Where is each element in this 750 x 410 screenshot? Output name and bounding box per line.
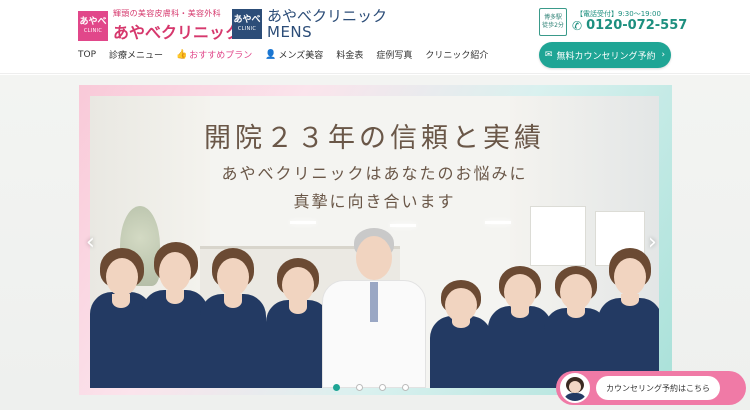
access-badge: 博多駅 徒歩2分: [539, 8, 567, 36]
nav-item-recommended[interactable]: 👍 おすすめプラン: [176, 48, 252, 62]
mens-clinic-name: あやべクリニック: [267, 7, 388, 25]
hero-slide: 開院２３年の信頼と実績 あやべクリニックはあなたのお悩みに 真摯に向き合います: [90, 96, 659, 388]
mens-clinic-subname: MENS: [267, 23, 313, 41]
nav-item-top[interactable]: TOP: [78, 48, 96, 61]
clinic-logo[interactable]: あやべ CLINIC 輝頭の美容皮膚科・美容外科 あやべクリニック: [78, 8, 241, 43]
thumbs-up-icon: 👍: [176, 49, 188, 60]
mail-icon: ✉: [544, 50, 553, 60]
slider-prev-arrow[interactable]: ‹: [86, 230, 95, 255]
nav-item-mens[interactable]: 👤 メンズ美容: [265, 48, 323, 62]
slider-next-arrow[interactable]: ›: [648, 230, 657, 255]
slider-dot-4[interactable]: [402, 384, 409, 391]
phone-number-link[interactable]: ✆ 0120-072-557: [572, 18, 687, 33]
hero-subheadline-1: あやべクリニックはあなたのお悩みに: [221, 164, 528, 183]
slider-dot-1[interactable]: [333, 384, 340, 391]
staff-avatar: [560, 373, 590, 403]
global-nav: TOP 診療メニュー 👍 おすすめプラン 👤 メンズ美容 料金表 症例写真 クリニッ…: [78, 48, 501, 62]
slider-dot-2[interactable]: [356, 384, 363, 391]
slider-dot-3[interactable]: [379, 384, 386, 391]
nav-item-pricing[interactable]: 料金表: [336, 48, 363, 61]
nav-item-clinic[interactable]: クリニック紹介: [425, 48, 488, 61]
site-header: あやべ CLINIC 輝頭の美容皮膚科・美容外科 あやべクリニック あやべ CL…: [0, 0, 750, 74]
mens-logo-mark: あやべ CLINIC: [232, 9, 262, 39]
clinic-logo-mark: あやべ CLINIC: [78, 10, 108, 41]
free-counseling-button[interactable]: ✉ 無料カウンセリング予約 ›: [539, 42, 671, 68]
mens-clinic-logo[interactable]: あやべ CLINIC あやべクリニック MENS: [232, 8, 387, 40]
clinic-tagline: 輝頭の美容皮膚科・美容外科: [113, 9, 221, 18]
hero-headline: 開院２３年の信頼と実績: [204, 123, 545, 154]
slider-dots: [333, 384, 409, 391]
clinic-name: あやべクリニック: [113, 23, 242, 42]
chevron-right-icon: ›: [661, 50, 666, 60]
floating-counseling-button[interactable]: カウンセリング予約はこちら: [556, 371, 746, 405]
hero-subheadline-2: 真摯に向き合います: [293, 192, 456, 211]
nav-item-cases[interactable]: 症例写真: [376, 48, 412, 61]
nav-item-menu[interactable]: 診療メニュー: [109, 48, 163, 61]
phone-icon: ✆: [572, 18, 583, 33]
floating-counseling-label: カウンセリング予約はこちら: [596, 376, 720, 400]
person-icon: 👤: [265, 49, 277, 60]
